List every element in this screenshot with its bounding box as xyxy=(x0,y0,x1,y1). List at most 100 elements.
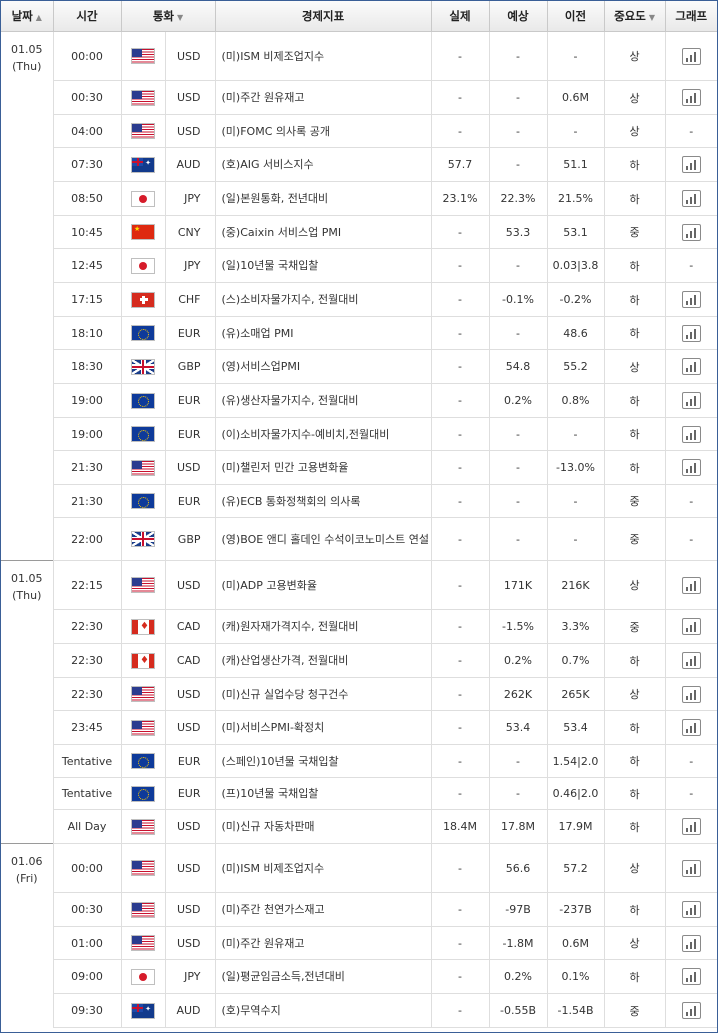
bar-chart-icon[interactable] xyxy=(681,291,701,308)
bar-chart-icon[interactable] xyxy=(681,459,701,476)
currency-cell: EUR xyxy=(164,744,216,778)
graph-cell xyxy=(664,809,717,844)
indicator-cell: (미)주간 원유재고 xyxy=(214,80,432,115)
economic-calendar-table: 날짜 ▲ 시간 통화 ▼ 경제지표 실제 예상 이전 중요도 ▼ 그래프 01.05 (… xyxy=(1,1,717,1028)
forecast-cell: 54.8 xyxy=(488,349,548,384)
currency-cell: USD xyxy=(164,114,216,148)
bar-chart-icon[interactable] xyxy=(681,223,701,241)
previous-cell: 57.2 xyxy=(546,843,605,893)
bar-chart-icon[interactable] xyxy=(681,392,701,409)
bar-chart-icon[interactable] xyxy=(681,1002,701,1019)
bar-chart-icon[interactable] xyxy=(681,818,701,835)
bar-chart-icon[interactable] xyxy=(681,358,701,375)
currency-column-header[interactable]: 통화 ▼ xyxy=(120,1,216,32)
date-column-header[interactable]: 날짜 ▲ xyxy=(1,1,54,32)
bar-chart-icon[interactable] xyxy=(681,190,701,207)
bar-chart-icon[interactable] xyxy=(681,719,701,736)
currency-cell: USD xyxy=(164,843,216,893)
chart-bar xyxy=(689,941,692,949)
indicator-cell: (미)ISM 비제조업지수 xyxy=(214,31,432,81)
currency-cell: CNY xyxy=(164,215,216,249)
time-cell: 22:30 xyxy=(53,677,122,711)
forecast-cell: - xyxy=(488,248,548,283)
flag-cell xyxy=(120,892,166,927)
currency-cell: USD xyxy=(164,892,216,927)
currency-cell: AUD xyxy=(164,993,216,1028)
bar-chart-icon[interactable] xyxy=(681,901,701,918)
actual-cell: - xyxy=(430,80,490,115)
bar-chart-icon[interactable] xyxy=(681,89,701,106)
previous-cell: 0.03|3.8 xyxy=(546,248,605,283)
importance-cell: 하 xyxy=(603,181,666,216)
bar-chart-icon[interactable] xyxy=(681,618,701,635)
flag-us-icon xyxy=(131,686,155,702)
actual-cell: - xyxy=(430,31,490,81)
actual-cell: - xyxy=(430,349,490,384)
importance-cell: 상 xyxy=(603,349,666,384)
bar-chart-icon[interactable] xyxy=(681,934,701,952)
bar-chart-icon[interactable] xyxy=(681,968,701,985)
flag-cell xyxy=(120,809,166,844)
chart-bar xyxy=(689,866,692,874)
currency-cell: EUR xyxy=(164,383,216,418)
indicator-cell: (미)ISM 비제조업지수 xyxy=(214,843,432,893)
chart-bar xyxy=(689,298,692,305)
actual-cell: 23.1% xyxy=(430,181,490,216)
graph-cell xyxy=(664,383,717,418)
currency-cell: EUR xyxy=(164,484,216,518)
forecast-cell: -97B xyxy=(488,892,548,927)
bar-chart-icon[interactable] xyxy=(681,156,701,173)
graph-cell xyxy=(664,609,717,644)
indicator-cell: (캐)원자재가격지수, 전월대비 xyxy=(214,609,432,644)
actual-cell: - xyxy=(430,843,490,893)
importance-cell: 하 xyxy=(603,282,666,317)
indicator-cell: (스)소비자물가지수, 전월대비 xyxy=(214,282,432,317)
time-cell: 21:30 xyxy=(53,484,122,518)
indicator-cell: (미)신규 자동차판매 xyxy=(214,809,432,844)
currency-cell: CHF xyxy=(164,282,216,317)
flag-cell xyxy=(120,80,166,115)
date-cell: 01.06 (Fri) xyxy=(1,843,54,1028)
flag-cell xyxy=(120,710,166,745)
bar-chart-icon[interactable] xyxy=(681,47,701,65)
actual-cell: - xyxy=(430,643,490,678)
importance-cell: 하 xyxy=(603,710,666,745)
actual-cell: - xyxy=(430,383,490,418)
previous-cell: 55.2 xyxy=(546,349,605,384)
graph-cell xyxy=(664,993,717,1028)
time-cell: 22:15 xyxy=(52,560,122,610)
forecast-cell: 0.2% xyxy=(488,383,548,418)
previous-cell: 21.5% xyxy=(546,181,605,216)
table-row: Tentative EUR (스페인)10년물 국채입찰 - -1.54|2.0 하 - xyxy=(1,744,717,778)
graph-cell: - xyxy=(664,484,717,518)
flag-us-icon xyxy=(131,89,155,106)
importance-column-header[interactable]: 중요도 ▼ xyxy=(603,1,666,32)
table-row: 04:00 USD (미)FOMC 의사록 공개 - - - 상 - xyxy=(1,114,717,148)
chart-bar xyxy=(685,233,688,238)
chart-bar xyxy=(693,938,696,949)
bar-chart-icon[interactable] xyxy=(681,685,701,703)
forecast-cell: - xyxy=(488,417,548,451)
indicator-cell: (영)서비스업PMI xyxy=(214,349,432,384)
forecast-cell: 53.3 xyxy=(488,215,548,249)
bar-chart-icon[interactable] xyxy=(681,652,701,669)
flag-jp-icon xyxy=(131,968,155,985)
bar-chart-icon[interactable] xyxy=(681,425,701,443)
table-row: 18:30 GBP (영)서비스업PMI -54.8 55.2 상 xyxy=(1,349,717,384)
table-row: All Day USD (미)신규 자동차판매 18.4M 17.8M 17.9M 하 xyxy=(1,809,717,844)
time-cell: 17:15 xyxy=(53,282,122,317)
previous-cell: 53.1 xyxy=(546,215,605,249)
bar-chart-icon[interactable] xyxy=(681,859,701,877)
previous-cell: - xyxy=(546,517,605,561)
chart-bar xyxy=(689,54,692,62)
chart-bar xyxy=(685,99,688,103)
graph-cell xyxy=(664,417,717,451)
table-row: 22:30 CAD(캐)산업생산가격, 전월대비-0.2%0.7%하 xyxy=(1,643,717,678)
bar-chart-icon[interactable] xyxy=(681,576,701,594)
chart-bar xyxy=(689,197,692,204)
chart-bar xyxy=(689,365,692,372)
chart-bar xyxy=(685,695,688,700)
graph-cell xyxy=(664,147,717,182)
bar-chart-icon[interactable] xyxy=(681,324,701,342)
currency-cell: AUD xyxy=(164,147,216,182)
